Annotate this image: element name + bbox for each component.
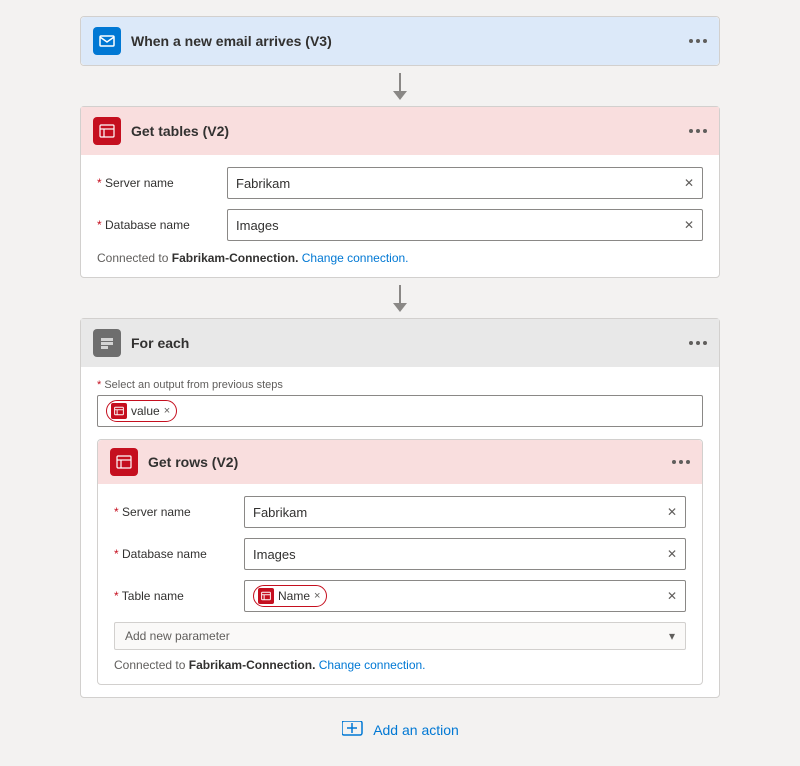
rows-database-clear[interactable]: ✕	[667, 547, 677, 561]
rows-change-connection-link[interactable]: Change connection.	[319, 658, 426, 672]
arrow-1	[393, 68, 407, 104]
name-token: Name ×	[253, 585, 327, 607]
rows-table-label: Table name	[114, 589, 244, 603]
rows-server-label: Server name	[114, 505, 244, 519]
rows-table-input[interactable]: Name × ✕	[244, 580, 686, 612]
name-token-close[interactable]: ×	[314, 590, 320, 602]
add-action-icon	[341, 718, 365, 742]
get-rows-menu[interactable]	[672, 460, 690, 464]
add-param-label: Add new parameter	[125, 629, 230, 643]
rows-database-field-row: Database name Images ✕	[114, 538, 686, 570]
get-tables-card: Get tables (V2) Server name Fabrikam ✕ D…	[80, 106, 720, 278]
for-each-body: Select an output from previous steps val…	[81, 367, 719, 697]
arrow-2	[393, 280, 407, 316]
name-token-label: Name	[278, 589, 310, 603]
for-each-title: For each	[131, 335, 679, 351]
server-input[interactable]: Fabrikam ✕	[227, 167, 703, 199]
rows-database-value: Images	[253, 547, 296, 562]
for-each-header: For each	[81, 319, 719, 367]
add-action-label: Add an action	[373, 722, 459, 738]
get-tables-icon	[93, 117, 121, 145]
get-tables-menu[interactable]	[689, 129, 707, 133]
trigger-header: When a new email arrives (V3)	[81, 17, 719, 65]
change-connection-link[interactable]: Change connection.	[302, 251, 409, 265]
token-label: value	[131, 404, 160, 418]
value-token: value ×	[106, 400, 177, 422]
rows-server-value: Fabrikam	[253, 505, 307, 520]
database-field-row: Database name Images ✕	[97, 209, 703, 241]
rows-server-clear[interactable]: ✕	[667, 505, 677, 519]
get-tables-connection: Connected to Fabrikam-Connection. Change…	[97, 251, 703, 265]
get-tables-header: Get tables (V2)	[81, 107, 719, 155]
select-output-field[interactable]: value ×	[97, 395, 703, 427]
database-label: Database name	[97, 218, 227, 232]
get-rows-connection: Connected to Fabrikam-Connection. Change…	[114, 658, 686, 672]
trigger-title: When a new email arrives (V3)	[131, 33, 679, 49]
for-each-card: For each Select an output from previous …	[80, 318, 720, 698]
email-icon	[93, 27, 121, 55]
for-each-menu[interactable]	[689, 341, 707, 345]
rows-database-input[interactable]: Images ✕	[244, 538, 686, 570]
server-label: Server name	[97, 176, 227, 190]
trigger-menu[interactable]	[689, 39, 707, 43]
get-rows-icon	[110, 448, 138, 476]
add-param-row[interactable]: Add new parameter ▾	[114, 622, 686, 650]
server-field-row: Server name Fabrikam ✕	[97, 167, 703, 199]
get-rows-title: Get rows (V2)	[148, 454, 662, 470]
connection-name: Fabrikam-Connection.	[172, 251, 299, 265]
rows-table-field-row: Table name	[114, 580, 686, 612]
add-action-button[interactable]: Add an action	[341, 710, 459, 750]
get-rows-header: Get rows (V2)	[98, 440, 702, 484]
chevron-down-icon: ▾	[669, 629, 675, 643]
rows-server-field-row: Server name Fabrikam ✕	[114, 496, 686, 528]
rows-server-input[interactable]: Fabrikam ✕	[244, 496, 686, 528]
name-token-icon	[258, 588, 274, 604]
get-tables-body: Server name Fabrikam ✕ Database name Ima…	[81, 155, 719, 277]
database-clear-icon[interactable]: ✕	[684, 218, 694, 232]
get-tables-title: Get tables (V2)	[131, 123, 679, 139]
database-value: Images	[236, 218, 279, 233]
for-each-icon	[93, 329, 121, 357]
token-db-icon	[111, 403, 127, 419]
database-input[interactable]: Images ✕	[227, 209, 703, 241]
rows-database-label: Database name	[114, 547, 244, 561]
rows-connection-name: Fabrikam-Connection.	[189, 658, 316, 672]
get-rows-card: Get rows (V2) Server name Fabrikam ✕	[97, 439, 703, 685]
server-value: Fabrikam	[236, 176, 290, 191]
flow-canvas: When a new email arrives (V3) Get tables…	[40, 16, 760, 750]
server-clear-icon[interactable]: ✕	[684, 176, 694, 190]
select-output-label: Select an output from previous steps	[97, 379, 703, 391]
get-rows-body: Server name Fabrikam ✕ Database name Ima…	[98, 484, 702, 684]
trigger-card: When a new email arrives (V3)	[80, 16, 720, 66]
table-clear[interactable]: ✕	[667, 589, 677, 603]
token-close-icon[interactable]: ×	[164, 405, 170, 417]
